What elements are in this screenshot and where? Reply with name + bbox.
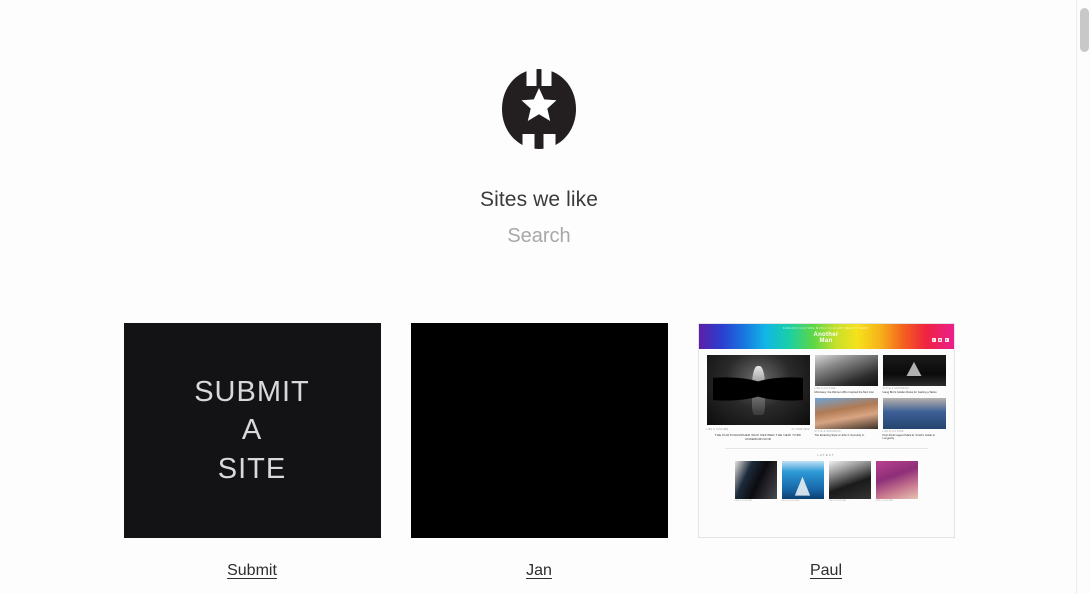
mock-latest-row: LIFE & CULTURE FILM & CULTURE LIFE & CUL… (707, 460, 946, 503)
mock-article-2-image (882, 355, 946, 386)
mock-latest-2-image (781, 460, 824, 499)
mock-latest-1-image (734, 460, 777, 499)
submit-a-site-tile: SUBMIT A SITE (123, 323, 381, 538)
mock-brand: Another Man (699, 332, 954, 345)
site-card-jan[interactable]: Jan (410, 323, 668, 580)
mock-latest-3: LIFE & CULTURE (828, 460, 871, 503)
search-input[interactable] (359, 222, 719, 252)
site-card-grid: SUBMIT A SITE Submit Jan FASHION CULTURE… (0, 323, 1078, 580)
mock-article-2: STYLE & GROOMING Gang Bini's Golden Rule… (882, 355, 946, 394)
scrollbar-thumb[interactable] (1080, 8, 1089, 52)
mock-latest-4-image (875, 460, 918, 499)
mock-latest-heading: LATEST (817, 452, 835, 457)
submit-label-row: Submit (124, 562, 381, 580)
page-root: Sites we like SUBMIT A SITE Submit (0, 0, 1091, 594)
mock-hero-caption: THE PHOTOGRAPHER WHO DEFINED THE NEW YOR… (714, 432, 802, 441)
site-link-paul[interactable]: Paul (810, 562, 842, 579)
mock-top-section: LIFE & CULTURE 23 JUNE 2020 THE PHOTOGRA… (706, 355, 946, 441)
mock-article-grid: LIFE & CULTURE Morrissey: the Women Who … (814, 355, 946, 441)
mock-hero-tag: LIFE & CULTURE (706, 427, 729, 431)
submit-line-1: SUBMIT (194, 376, 310, 409)
mock-latest-4: LIFE & CULTURE (875, 460, 918, 503)
submit-thumbnail[interactable]: SUBMIT A SITE (123, 323, 381, 538)
mock-rainbow-header: FASHION CULTURE MUSIC FILM ART BEAUTY SH… (698, 324, 954, 349)
mock-latest-1: LIFE & CULTURE (734, 460, 777, 503)
mock-article-2-tag: STYLE & GROOMING (882, 387, 909, 390)
mock-article-4-caption: Post-Punk Legend Mark E. Smith's Guide t… (882, 433, 936, 441)
mock-latest-1-tag: LIFE & CULTURE (734, 500, 752, 503)
mock-article-1-caption: Morrissey: the Women Who Inspired the Mo… (814, 390, 875, 394)
mock-article-3: STYLE & GROOMING The Enduring Style of J… (814, 398, 878, 441)
mock-hero-article: LIFE & CULTURE 23 JUNE 2020 THE PHOTOGRA… (706, 355, 810, 441)
jan-label-row: Jan (411, 562, 668, 580)
mock-divider (724, 447, 928, 449)
mock-hero-image (706, 355, 810, 425)
mock-article-1: LIFE & CULTURE Morrissey: the Women Who … (814, 355, 878, 394)
mock-hero-date: 23 JUNE 2020 (791, 427, 810, 431)
mock-article-4: LIFE & CULTURE Post-Punk Legend Mark E. … (882, 398, 946, 441)
black-tile (410, 323, 668, 538)
submit-line-3: SITE (217, 452, 287, 485)
mock-latest-3-tag: LIFE & CULTURE (828, 500, 846, 503)
mock-article-4-tag: LIFE & CULTURE (882, 430, 904, 433)
site-card-submit[interactable]: SUBMIT A SITE Submit (123, 323, 381, 580)
mock-article-4-image (882, 398, 946, 430)
website-screenshot-mock: FASHION CULTURE MUSIC FILM ART BEAUTY SH… (697, 323, 955, 538)
site-link-submit[interactable]: Submit (227, 562, 277, 579)
mock-latest-2-tag: FILM & CULTURE (781, 500, 800, 503)
site-link-jan[interactable]: Jan (526, 562, 552, 579)
submit-line-2: A (241, 414, 263, 447)
page-title: Sites we like (479, 188, 598, 211)
mock-body: LIFE & CULTURE 23 JUNE 2020 THE PHOTOGRA… (698, 349, 954, 537)
mock-article-1-image (814, 355, 878, 386)
search-row (0, 222, 1078, 252)
page-content: Sites we like SUBMIT A SITE Submit (0, 0, 1078, 594)
mock-latest-4-tag: LIFE & CULTURE (875, 500, 893, 503)
paul-thumbnail[interactable]: FASHION CULTURE MUSIC FILM ART BEAUTY SH… (697, 323, 955, 538)
mock-latest-2: FILM & CULTURE (781, 460, 824, 503)
notched-circle-star-logo[interactable] (498, 62, 580, 156)
mock-article-3-caption: The Enduring Style of John F. Kennedy Jr… (814, 433, 865, 437)
mock-social-icons: f ■ ▾ (931, 338, 949, 342)
mock-hero-meta: LIFE & CULTURE 23 JUNE 2020 (707, 428, 810, 431)
site-header: Sites we like (0, 0, 1078, 252)
facebook-icon: f (931, 338, 936, 342)
vertical-scrollbar[interactable] (1076, 0, 1091, 594)
mock-brand-line-2: Man (819, 338, 833, 345)
mock-article-1-tag: LIFE & CULTURE (814, 387, 836, 390)
mock-article-3-image (814, 398, 878, 430)
mock-article-3-tag: STYLE & GROOMING (814, 430, 841, 433)
site-card-paul[interactable]: FASHION CULTURE MUSIC FILM ART BEAUTY SH… (697, 323, 955, 580)
mock-latest-3-image (828, 460, 871, 499)
instagram-icon: ■ (938, 338, 942, 342)
mock-nav: FASHION CULTURE MUSIC FILM ART BEAUTY SH… (783, 327, 869, 330)
twitter-icon: ▾ (944, 338, 949, 342)
paul-label-row: Paul (698, 562, 955, 580)
jan-thumbnail[interactable] (410, 323, 668, 538)
mock-article-2-caption: Gang Bini's Golden Rules for Getting a T… (882, 390, 937, 394)
